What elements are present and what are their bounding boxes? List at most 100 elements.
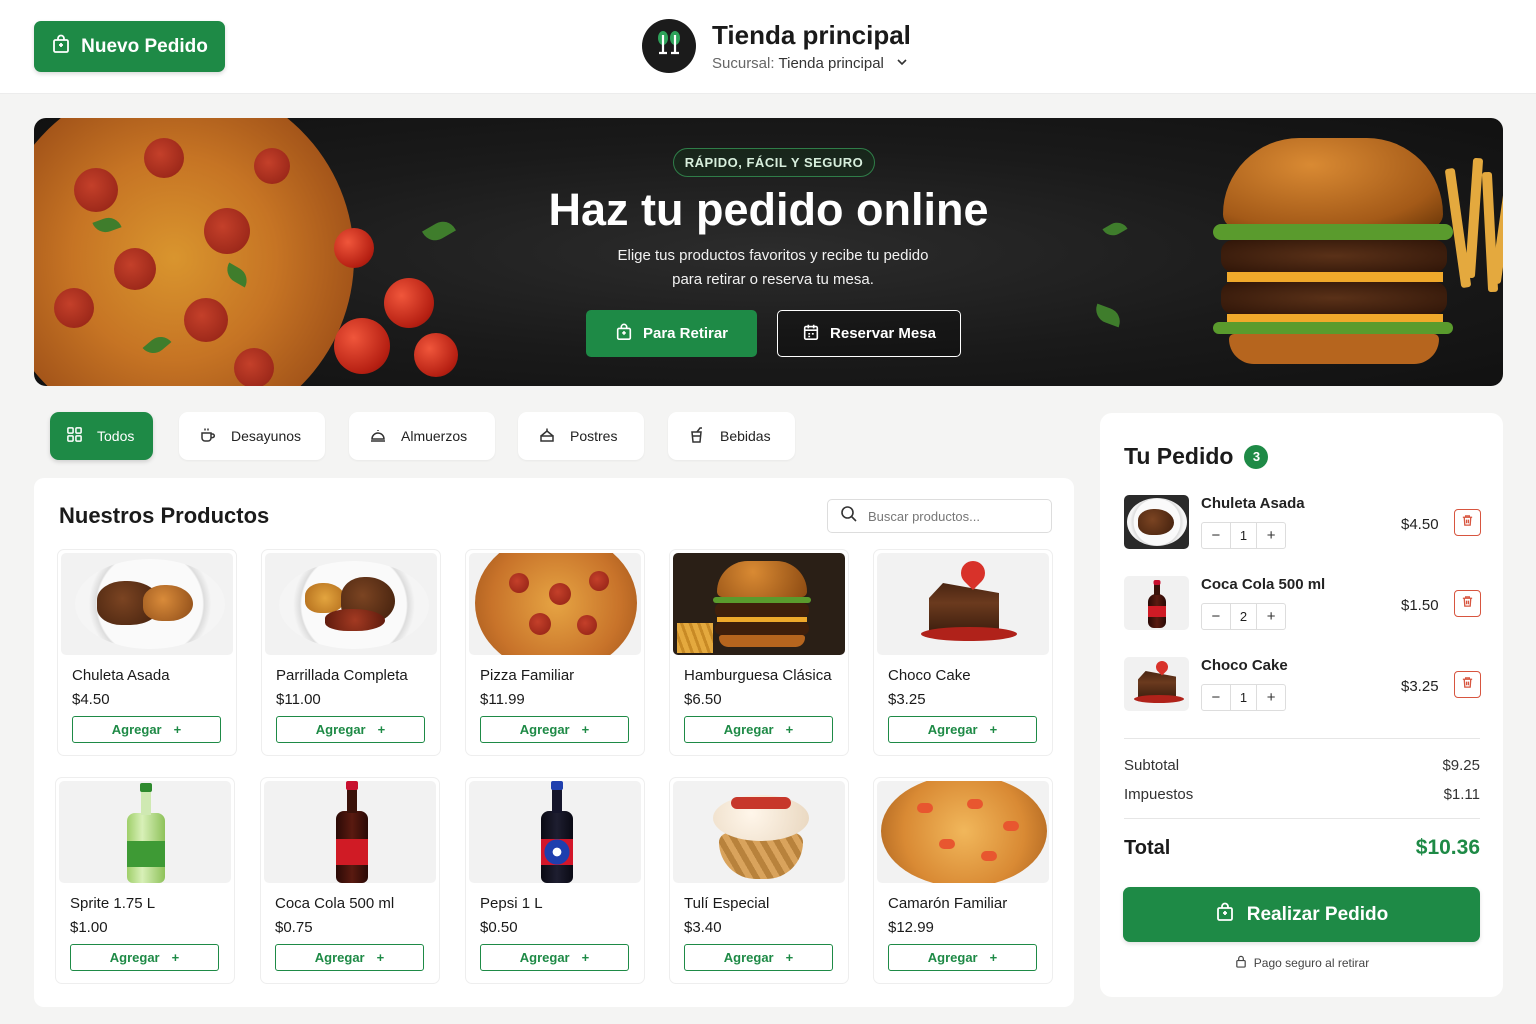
hero-description: Elige tus productos favoritos y recibe t… <box>560 244 986 292</box>
add-button[interactable]: Agregar + <box>72 716 221 743</box>
store-logo <box>642 19 696 73</box>
products-title: Nuestros Productos <box>59 503 270 528</box>
order-item: Choco Cake − 1 + $3.25 <box>1124 657 1481 713</box>
order-item-price: $3.25 <box>1401 678 1439 695</box>
order-item: Coca Cola 500 ml − 2 + $1.50 <box>1124 576 1481 632</box>
reserve-table-button[interactable]: Reservar Mesa <box>777 310 961 357</box>
subtotal-label: Subtotal <box>1124 757 1180 774</box>
increase-button[interactable]: + <box>1257 527 1285 544</box>
total-label: Total <box>1124 836 1171 859</box>
trash-icon <box>1461 595 1474 613</box>
delete-button[interactable] <box>1454 509 1481 536</box>
add-label: Agregar <box>519 722 570 737</box>
add-label: Agregar <box>927 950 978 965</box>
add-button[interactable]: Agregar + <box>480 716 629 743</box>
add-label: Agregar <box>109 950 160 965</box>
delete-button[interactable] <box>1454 671 1481 698</box>
branch-label: Sucursal: <box>712 55 775 72</box>
category-postres[interactable]: Postres <box>518 412 644 460</box>
product-price: $0.75 <box>275 919 313 936</box>
add-button[interactable]: Agregar + <box>888 944 1037 971</box>
pizza-image <box>34 118 354 386</box>
pickup-button[interactable]: Para Retirar <box>586 310 757 357</box>
plus-icon: + <box>581 950 590 965</box>
new-order-button[interactable]: Nuevo Pedido <box>34 21 225 72</box>
category-label: Postres <box>570 428 618 444</box>
order-panel: Tu Pedido 3 Chuleta Asada − 1 + $4.50 Co… <box>1100 413 1503 997</box>
reserve-label: Reservar Mesa <box>830 325 936 342</box>
hero-title: Haz tu pedido online <box>548 184 989 235</box>
new-order-label: Nuevo Pedido <box>81 35 208 57</box>
product-name: Hamburguesa Clásica <box>684 667 832 684</box>
tax-label: Impuestos <box>1124 786 1194 803</box>
quantity-stepper: − 1 + <box>1201 522 1286 549</box>
category-label: Almuerzos <box>401 428 468 444</box>
secure-note-text: Pago seguro al retirar <box>1253 956 1370 970</box>
subtotal-row: Subtotal $9.25 <box>1124 757 1480 774</box>
increase-button[interactable]: + <box>1257 608 1285 625</box>
product-image-chuleta <box>61 553 233 655</box>
product-image-tuli <box>673 781 845 883</box>
product-name: Pizza Familiar <box>480 667 575 684</box>
order-item: Chuleta Asada − 1 + $4.50 <box>1124 495 1481 551</box>
category-label: Desayunos <box>231 428 302 444</box>
add-button[interactable]: Agregar + <box>684 716 833 743</box>
category-desayunos[interactable]: Desayunos <box>179 412 325 460</box>
category-todos[interactable]: Todos <box>50 412 153 460</box>
add-button[interactable]: Agregar + <box>888 716 1037 743</box>
order-title-row: Tu Pedido 3 <box>1124 443 1269 470</box>
search-input[interactable] <box>868 508 1038 524</box>
decrease-button[interactable]: − <box>1202 608 1230 625</box>
bag-icon <box>1215 902 1235 928</box>
plus-icon: + <box>785 950 794 965</box>
cake-icon <box>538 426 556 447</box>
order-item-name: Choco Cake <box>1201 657 1288 674</box>
plus-icon: + <box>173 722 182 737</box>
add-button[interactable]: Agregar + <box>480 944 629 971</box>
order-title: Tu Pedido <box>1124 443 1234 469</box>
category-almuerzos[interactable]: Almuerzos <box>349 412 495 460</box>
add-label: Agregar <box>723 722 774 737</box>
add-label: Agregar <box>519 950 570 965</box>
subtotal-value: $9.25 <box>1442 757 1480 774</box>
search-box[interactable] <box>827 499 1052 533</box>
add-button[interactable]: Agregar + <box>275 944 424 971</box>
order-item-price: $4.50 <box>1401 516 1439 533</box>
top-bar: Nuevo Pedido Tienda principal Sucursal: … <box>0 0 1536 94</box>
product-name: Tulí Especial <box>684 895 770 912</box>
place-order-button[interactable]: Realizar Pedido <box>1123 887 1480 942</box>
store-selector[interactable]: Tienda principal Sucursal: Tienda princi… <box>642 19 911 73</box>
add-button[interactable]: Agregar + <box>70 944 219 971</box>
decrease-button[interactable]: − <box>1202 689 1230 706</box>
grid-icon <box>66 426 83 446</box>
order-item-thumb <box>1124 495 1189 549</box>
delete-button[interactable] <box>1454 590 1481 617</box>
plus-icon: + <box>376 950 385 965</box>
product-price: $6.50 <box>684 691 722 708</box>
product-image-parrillada <box>265 553 437 655</box>
product-name: Coca Cola 500 ml <box>275 895 395 912</box>
add-button[interactable]: Agregar + <box>276 716 425 743</box>
plus-icon: + <box>785 722 794 737</box>
product-price: $4.50 <box>72 691 110 708</box>
product-name: Camarón Familiar <box>888 895 1008 912</box>
product-image-pizza <box>469 553 641 655</box>
divider <box>1124 738 1480 739</box>
product-price: $12.99 <box>888 919 934 936</box>
add-button[interactable]: Agregar + <box>684 944 833 971</box>
product-image-choco-cake <box>877 553 1049 655</box>
drink-icon <box>688 426 706 447</box>
increase-button[interactable]: + <box>1257 689 1285 706</box>
plus-icon: + <box>989 950 998 965</box>
product-card: Pepsi 1 L $0.50 Agregar + <box>465 777 645 984</box>
product-card: Sprite 1.75 L $1.00 Agregar + <box>55 777 235 984</box>
order-count-badge: 3 <box>1244 444 1269 469</box>
plus-icon: + <box>581 722 590 737</box>
quantity-value: 1 <box>1229 523 1258 548</box>
decrease-button[interactable]: − <box>1202 527 1230 544</box>
product-name: Choco Cake <box>888 667 971 684</box>
quantity-stepper: − 2 + <box>1201 603 1286 630</box>
products-panel: Nuestros Productos Chuleta Asada $4.50 A… <box>34 478 1074 1007</box>
add-label: Agregar <box>723 950 774 965</box>
category-bebidas[interactable]: Bebidas <box>668 412 795 460</box>
